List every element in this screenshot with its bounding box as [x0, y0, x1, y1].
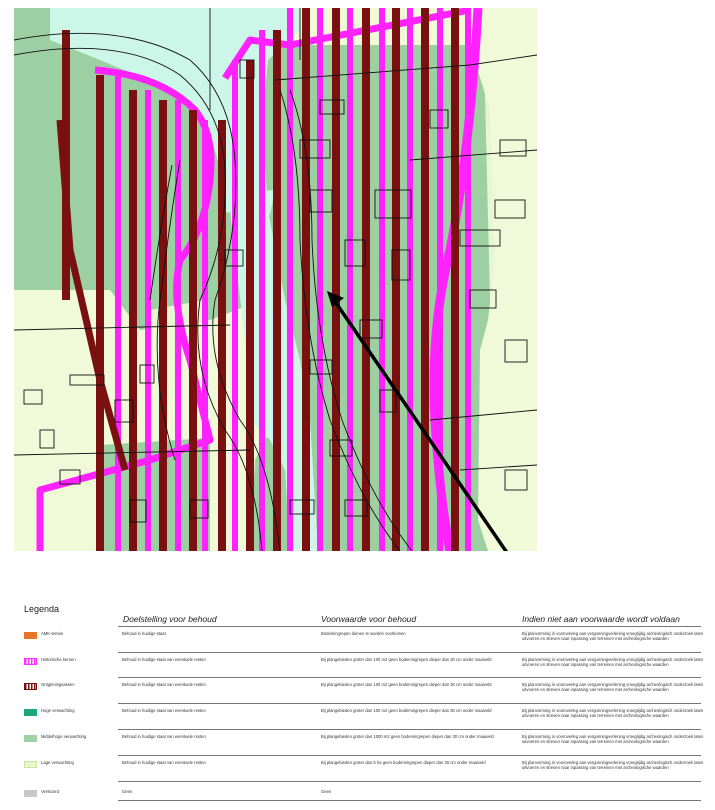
row-rule	[118, 781, 701, 782]
row-indien: Bij planvorming in vooroverleg aan vergu…	[522, 682, 704, 693]
row-indien: Bij planvorming in vooroverleg aan vergu…	[522, 760, 704, 771]
header-doelstelling: Doelstelling voor behoud	[123, 614, 217, 624]
header-rule	[118, 626, 701, 627]
row-voorwaarde: Bodemingrepen dienen te worden voorkomen	[321, 631, 406, 636]
row-voorwaarde: Bij plangebieden groter dan 100 m2 geen …	[321, 682, 492, 687]
swatch-amk	[24, 632, 37, 639]
row-rule	[118, 729, 701, 730]
row-label: AMK-terrein	[41, 631, 64, 636]
row-doel: Behoud in huidige staat van eventuele re…	[122, 657, 206, 662]
swatch-lage-verwachting	[24, 761, 37, 768]
row-voorwaarde: Bij plangebieden groter dan 1000 m2 geen…	[321, 734, 494, 739]
row-doel: Behoud in huidige staat van eventuele re…	[122, 734, 206, 739]
header-indien: Indien niet aan voorwaarde wordt voldaan	[522, 614, 680, 624]
row-rule	[118, 800, 701, 801]
row-doel: Behoud in huidige staat van eventuele re…	[122, 760, 206, 765]
row-doel: Behoud in huidige staat van eventuele re…	[122, 682, 206, 687]
row-label: Hoge verwachting	[41, 708, 75, 713]
row-label: Middelhoge verwachting	[41, 734, 87, 739]
row-voorwaarde: Geen	[321, 789, 332, 794]
row-rule	[118, 677, 701, 678]
row-rule	[118, 755, 701, 756]
row-doel: Behoud in huidige staat	[122, 631, 166, 636]
swatch-verstoord	[24, 790, 37, 797]
archaeology-map	[14, 8, 537, 551]
row-doel: Behoud in huidige staat van eventuele re…	[122, 708, 206, 713]
row-label: Historische kernen	[41, 657, 76, 662]
row-voorwaarde: Bij plangebieden groter dan 100 m2 geen …	[321, 708, 492, 713]
row-voorwaarde: Bij plangebieden groter dan 100 m2 geen …	[321, 657, 492, 662]
row-doel: Geen	[122, 789, 133, 794]
row-indien: Bij planvorming in vooroverleg aan vergu…	[522, 734, 704, 745]
row-label: Lage verwachting	[41, 760, 74, 765]
swatch-hoge-verwachting	[24, 709, 37, 716]
swatch-ontginningsassen	[24, 683, 37, 690]
legend-title: Legenda	[24, 604, 60, 614]
row-indien: Bij planvorming in vooroverleg aan vergu…	[522, 657, 704, 668]
row-rule	[118, 652, 701, 653]
swatch-middelhoge-verwachting	[24, 735, 37, 742]
row-rule	[118, 703, 701, 704]
row-indien: Bij planvorming in vooroverleg aan vergu…	[522, 631, 704, 642]
row-label: Ontginningsassen	[41, 682, 75, 687]
header-voorwaarde: Voorwaarde voor behoud	[321, 614, 417, 624]
swatch-historische-kernen	[24, 658, 37, 665]
row-indien: Bij planvorming in vooroverleg aan vergu…	[522, 708, 704, 719]
row-label: Verstoord	[41, 789, 59, 794]
row-voorwaarde: Bij plangebieden groter dan 5 ha geen bo…	[321, 760, 486, 765]
legend: Legenda Doelstelling voor behoud Voorwaa…	[0, 595, 715, 810]
